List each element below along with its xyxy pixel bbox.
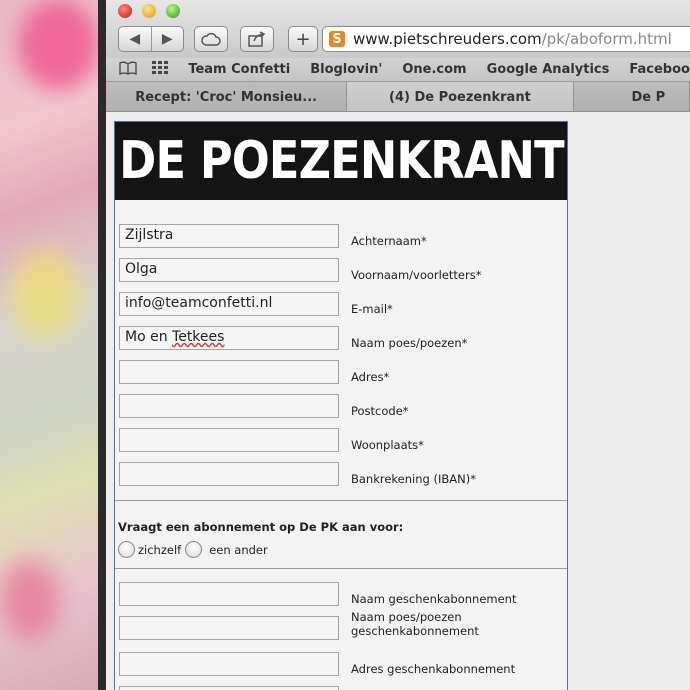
radio-een-ander-label: een ander (209, 542, 268, 557)
adres-label: Adres* (351, 370, 390, 384)
forward-button[interactable]: ▶ (152, 31, 184, 47)
cloud-icon (201, 32, 221, 46)
form-row-naam-poes: Mo en Tetkees Naam poes/poezen* (115, 326, 567, 350)
voornaam-label: Voornaam/voorletters* (351, 268, 482, 282)
subscription-question: Vraagt een abonnement op De PK aan voor: (118, 520, 404, 534)
form-row-postcode: Postcode* (115, 394, 567, 418)
gift-address-input[interactable] (119, 652, 339, 676)
bookmark-facebook[interactable]: Faceboo (629, 62, 690, 77)
section-divider (115, 500, 567, 501)
achternaam-label: Achternaam* (351, 234, 427, 248)
pink-blur-bottom (0, 560, 60, 640)
browser-toolbar: ◀ ▶ + S www.pietschreuders.com/pk/abofor… (106, 0, 690, 58)
iban-label: Bankrekening (IBAN)* (351, 472, 476, 486)
zoom-window-button[interactable] (166, 4, 180, 18)
url-host: www.pietschreuders.com (353, 30, 542, 48)
form-row-adres: Adres* (115, 360, 567, 384)
form-row-woonplaats: Woonplaats* (115, 428, 567, 452)
woonplaats-input[interactable] (119, 428, 339, 452)
radio-zichzelf-label: zichzelf (138, 542, 182, 557)
page-content: DE POEZENKRANT Zijlstra Achternaam* Olga… (106, 113, 690, 690)
bookmarks-bar: Team Confetti Bloglovin' One.com Google … (106, 58, 690, 82)
site-favicon-icon: S (329, 31, 345, 47)
woonplaats-label: Woonplaats* (351, 438, 424, 452)
voornaam-input[interactable]: Olga (119, 258, 339, 282)
form-row-gift-cat: Naam poes/poezen geschenkabonnement (115, 610, 567, 640)
gift-name-input[interactable] (119, 582, 339, 606)
subscription-form: DE POEZENKRANT Zijlstra Achternaam* Olga… (114, 121, 568, 690)
postcode-input[interactable] (119, 394, 339, 418)
next-input[interactable] (119, 686, 339, 690)
recipient-radio-group: zichzelf een ander (118, 541, 272, 558)
form-row-gift-address: Adres geschenkabonnement (115, 652, 567, 676)
form-row-gift-name: Naam geschenkabonnement (115, 582, 567, 606)
email-label: E-mail* (351, 302, 393, 316)
bookmark-google-analytics[interactable]: Google Analytics (487, 62, 610, 77)
form-row-voornaam: Olga Voornaam/voorletters* (115, 258, 567, 282)
close-window-button[interactable] (118, 4, 132, 18)
gift-cat-input[interactable] (119, 616, 339, 640)
tab-poezenkrant-active[interactable]: (4) De Poezenkrant (347, 82, 574, 111)
masthead: DE POEZENKRANT (115, 122, 567, 200)
background-photo (0, 0, 104, 690)
naam-poes-label: Naam poes/poezen* (351, 336, 468, 350)
email-input[interactable]: info@teamconfetti.nl (119, 292, 339, 316)
yellow-blur (10, 250, 80, 340)
url-path: /pk/aboform.html (541, 30, 672, 48)
achternaam-input[interactable]: Zijlstra (119, 224, 339, 248)
gift-name-label: Naam geschenkabonnement (351, 592, 517, 606)
radio-zichzelf[interactable] (118, 541, 135, 558)
gift-cat-label: Naam poes/poezen geschenkabonnement (351, 610, 479, 638)
naam-poes-input[interactable]: Mo en Tetkees (119, 326, 339, 350)
masthead-title: DE POEZENKRANT (118, 131, 564, 191)
tab-bar: Recept: 'Croc' Monsieu... (4) De Poezenk… (106, 82, 690, 112)
bookmark-bloglovin[interactable]: Bloglovin' (310, 62, 382, 77)
minimize-window-button[interactable] (142, 4, 156, 18)
share-button[interactable] (240, 26, 274, 52)
pink-blur (18, 0, 98, 90)
tab-recept[interactable]: Recept: 'Croc' Monsieu... (106, 82, 348, 111)
back-forward-buttons: ◀ ▶ (118, 26, 184, 52)
browser-window: ◀ ▶ + S www.pietschreuders.com/pk/abofor… (106, 0, 690, 690)
gift-address-label: Adres geschenkabonnement (351, 662, 516, 676)
section-divider-2 (115, 568, 567, 569)
share-icon (248, 31, 266, 47)
add-bookmark-button[interactable]: + (288, 26, 318, 52)
adres-input[interactable] (119, 360, 339, 384)
naam-poes-misspelled: Tetkees (172, 329, 225, 345)
radio-een-ander[interactable] (185, 541, 203, 558)
form-row-iban: Bankrekening (IBAN)* (115, 462, 567, 486)
form-row-email: info@teamconfetti.nl E-mail* (115, 292, 567, 316)
bookmark-one-com[interactable]: One.com (402, 62, 466, 77)
back-button[interactable]: ◀ (119, 31, 151, 47)
monitor-bezel (98, 0, 106, 690)
postcode-label: Postcode* (351, 404, 409, 418)
address-bar[interactable]: S www.pietschreuders.com/pk/aboform.html (322, 26, 690, 52)
tab-de-p[interactable]: De P (574, 82, 690, 111)
top-sites-grid-icon[interactable] (150, 60, 170, 79)
reading-list-icon[interactable] (118, 61, 138, 79)
form-row-next (115, 686, 567, 690)
naam-poes-value: Mo en (125, 329, 173, 345)
icloud-tabs-button[interactable] (194, 26, 228, 52)
iban-input[interactable] (119, 462, 339, 486)
bookmark-team-confetti[interactable]: Team Confetti (188, 62, 290, 77)
form-row-achternaam: Zijlstra Achternaam* (115, 224, 567, 248)
